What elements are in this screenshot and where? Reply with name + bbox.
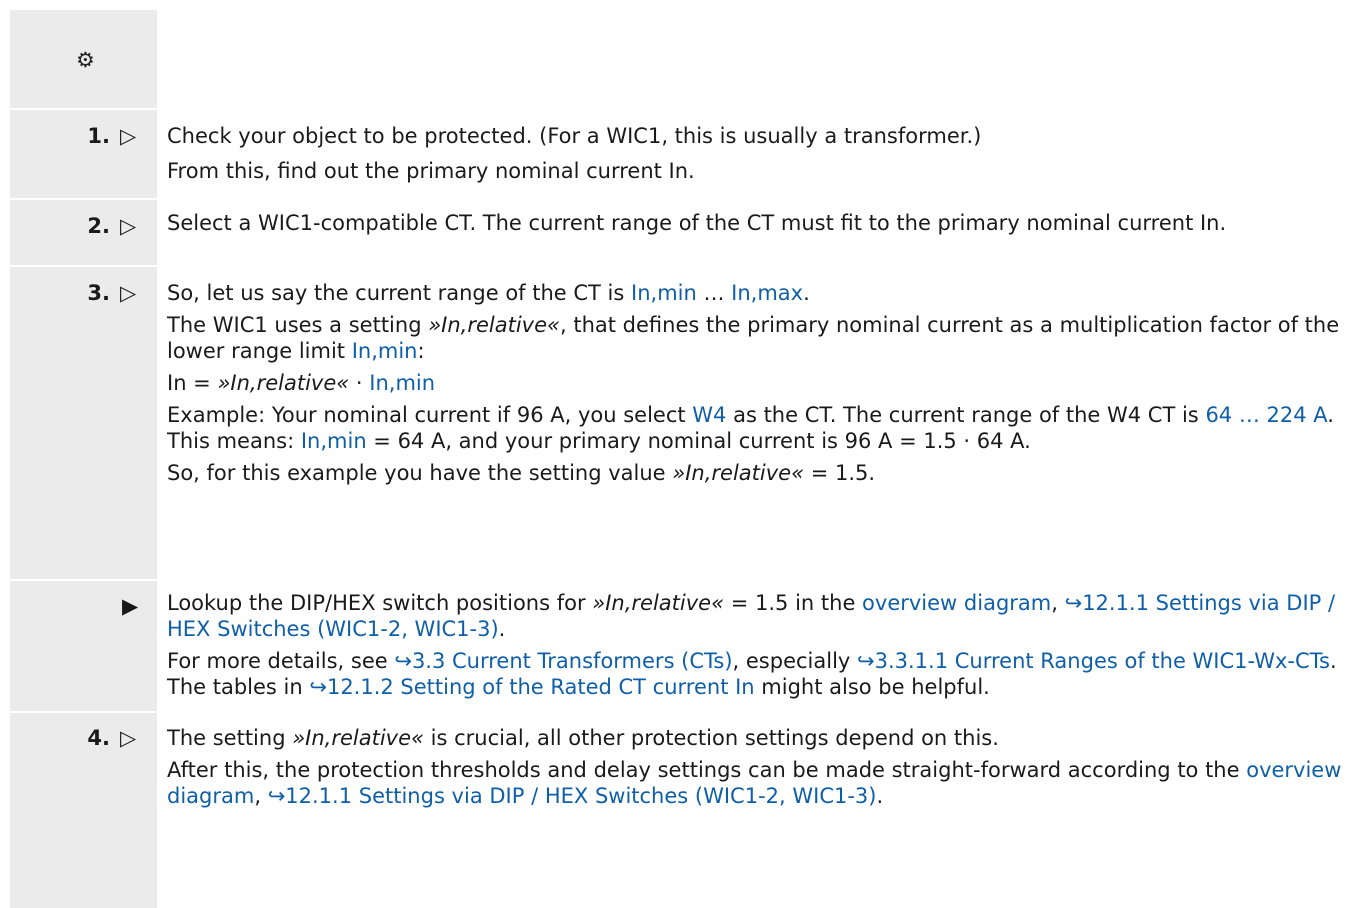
current-transformers-link[interactable]: ↪3.3 Current Transformers (CTs) xyxy=(394,649,732,673)
in-min-link[interactable]: In,min xyxy=(301,429,367,453)
step-triangle-icon: ▷ xyxy=(120,214,137,238)
result-arrow-icon: ▶ xyxy=(122,594,139,618)
step-line: The setting »In,relative« is crucial, al… xyxy=(167,726,999,750)
w4-link[interactable]: W4 xyxy=(692,403,726,427)
step-line: The WIC1 uses a setting »In,relative«, t… xyxy=(167,313,1340,363)
step-number: 2. xyxy=(87,214,110,238)
step-triangle-icon: ▷ xyxy=(120,726,137,750)
step-number: 4. xyxy=(87,726,110,750)
result-text: Lookup the DIP/HEX switch positions for … xyxy=(167,590,1352,700)
in-min-link[interactable]: In,min xyxy=(631,281,697,305)
step-line: Lookup the DIP/HEX switch positions for … xyxy=(167,591,1336,641)
in-max-link[interactable]: In,max xyxy=(731,281,803,305)
step-line: So, let us say the current range of the … xyxy=(167,281,810,305)
row-divider xyxy=(10,579,1356,581)
row-divider xyxy=(10,108,1356,110)
overview-diagram-link[interactable]: overview diagram xyxy=(862,591,1051,615)
row-divider xyxy=(10,198,1356,200)
in-min-link[interactable]: In,min xyxy=(352,339,418,363)
step-triangle-icon: ▷ xyxy=(120,281,137,305)
rated-ct-current-link[interactable]: ↪12.1.2 Setting of the Rated CT current … xyxy=(309,675,754,699)
step-line: So, for this example you have the settin… xyxy=(167,461,876,485)
settings-dip-hex-link[interactable]: ↪12.1.1 Settings via DIP / HEX Switches … xyxy=(268,784,877,808)
step-1-text: Check your object to be protected. (For … xyxy=(167,120,1352,187)
step-number: 3. xyxy=(87,281,110,305)
step-triangle-icon: ▷ xyxy=(120,124,137,148)
gear-icon: ⚙ xyxy=(76,48,95,72)
step-4-text: The setting »In,relative« is crucial, al… xyxy=(167,722,1352,809)
row-divider xyxy=(10,265,1356,267)
step-line: Example: Your nominal current if 96 A, y… xyxy=(167,403,1334,453)
step-line: For more details, see ↪3.3 Current Trans… xyxy=(167,649,1337,699)
step-2-text: Select a WIC1-compatible CT. The current… xyxy=(167,210,1352,236)
in-min-link[interactable]: In,min xyxy=(369,371,435,395)
step-line: In = »In,relative« · In,min xyxy=(167,371,436,395)
step-number: 1. xyxy=(87,124,110,148)
step-line: From this, find out the primary nominal … xyxy=(167,159,695,183)
current-ranges-link[interactable]: ↪3.3.1.1 Current Ranges of the WIC1-Wx-C… xyxy=(857,649,1330,673)
row-divider xyxy=(10,711,1356,713)
step-line: Check your object to be protected. (For … xyxy=(167,124,982,148)
range-link[interactable]: 64 … 224 A xyxy=(1205,403,1327,427)
step-line: After this, the protection thresholds an… xyxy=(167,758,1342,808)
step-3-text: So, let us say the current range of the … xyxy=(167,277,1352,489)
step-line: Select a WIC1-compatible CT. The current… xyxy=(167,211,1227,235)
